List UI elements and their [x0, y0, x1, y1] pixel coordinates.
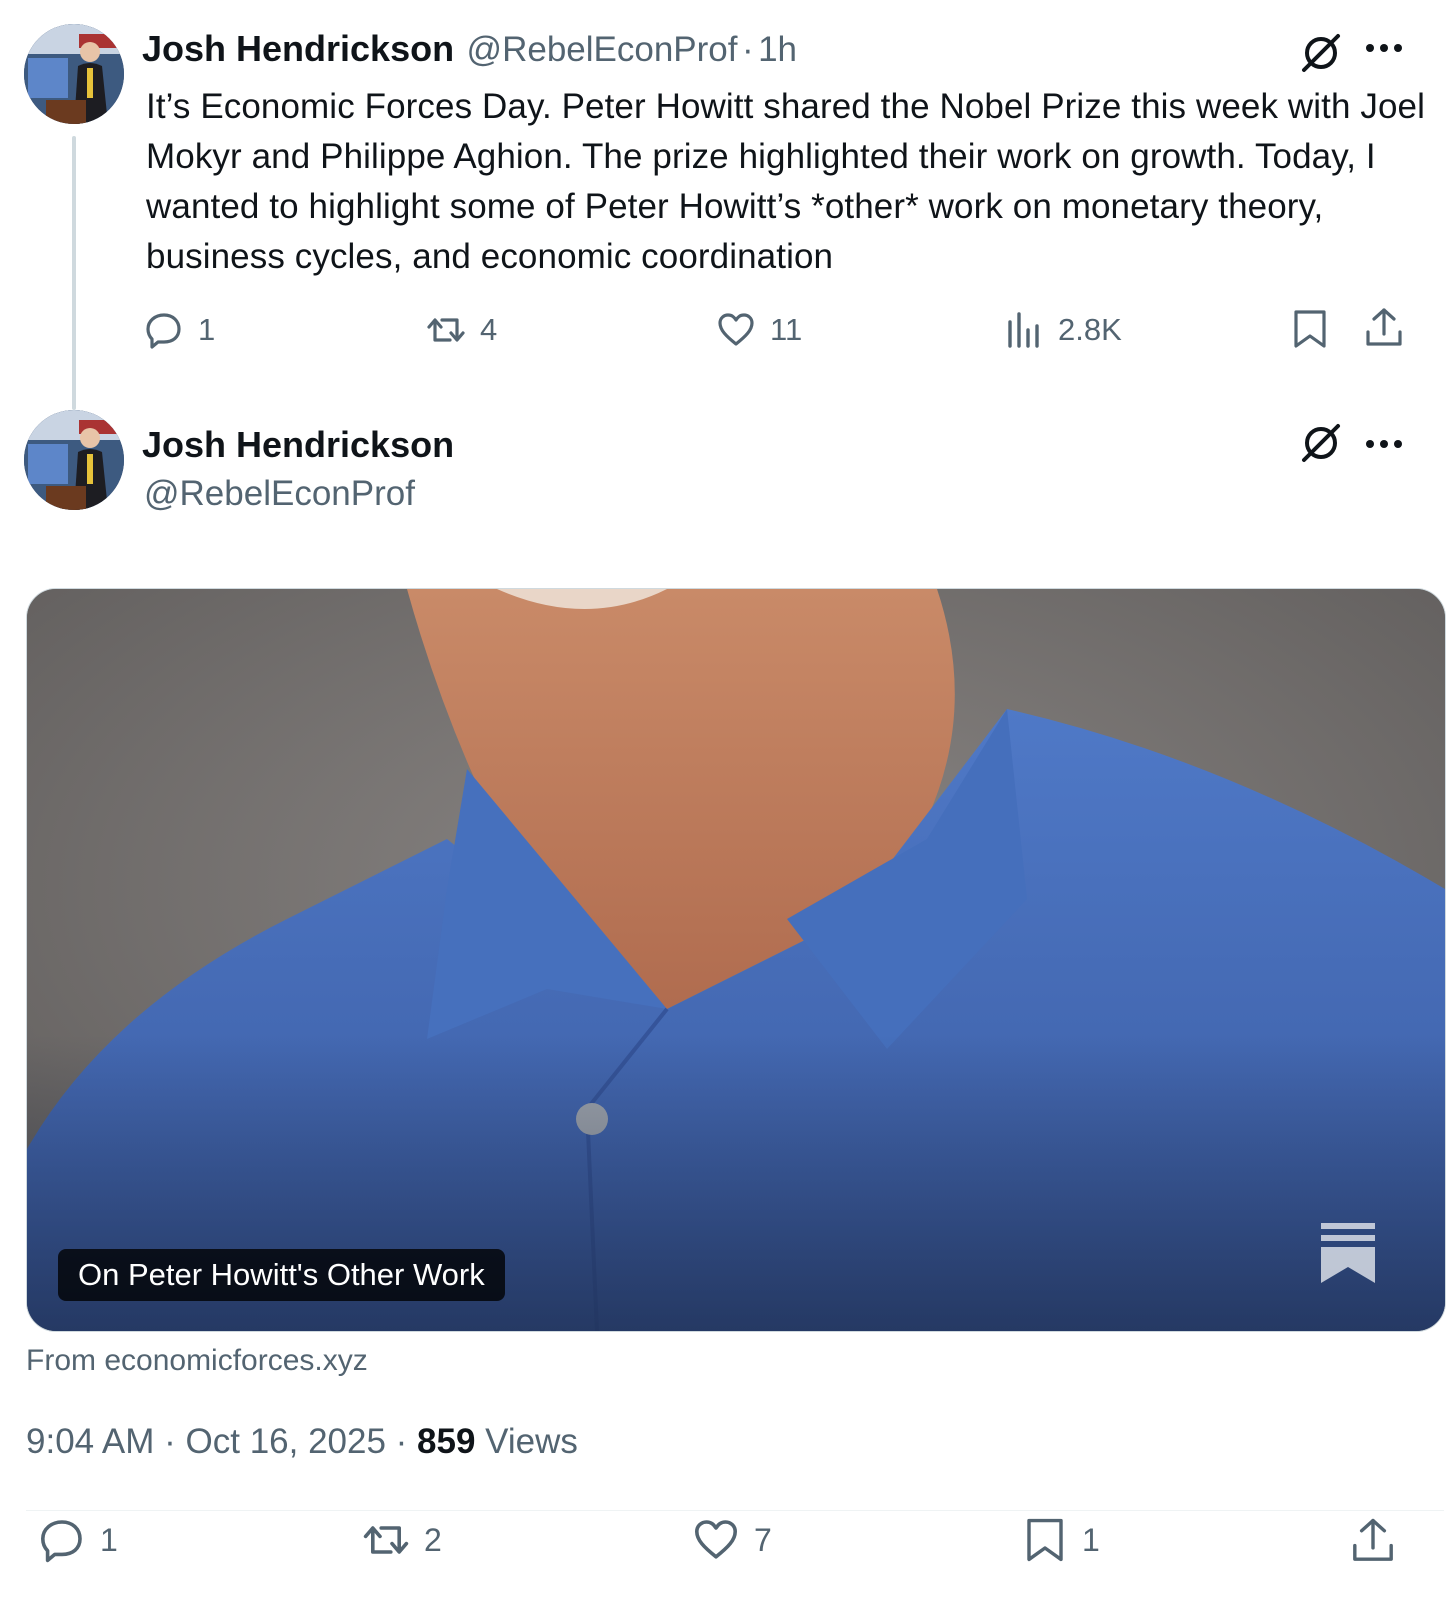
author-handle[interactable]: @RebelEconProf: [144, 474, 415, 514]
bookmark-button[interactable]: 1: [1022, 1516, 1100, 1564]
grok-icon[interactable]: [1298, 420, 1344, 471]
repost-button[interactable]: 4: [426, 310, 497, 350]
avatar[interactable]: [24, 410, 124, 510]
author-name[interactable]: Josh Hendrickson: [142, 28, 454, 69]
repost-button[interactable]: 2: [362, 1516, 442, 1564]
like-count: 11: [770, 312, 803, 347]
divider: [26, 1510, 1444, 1511]
share-icon: [1353, 1518, 1393, 1561]
heart-icon: [695, 1520, 737, 1559]
reply-button[interactable]: 1: [38, 1516, 118, 1564]
thread-line: [72, 136, 76, 410]
bookmark-icon: [1294, 310, 1326, 348]
bookmark-button[interactable]: [1290, 308, 1330, 355]
tweet1-header: Josh Hendrickson @RebelEconProf · 1h: [142, 28, 797, 70]
avatar-image: [24, 24, 124, 124]
tweet-meta: 9:04 AM · Oct 16, 2025 · 859 Views: [26, 1422, 578, 1462]
timestamp[interactable]: 9:04 AM · Oct 16, 2025 ·: [26, 1422, 417, 1461]
share-icon: [1366, 308, 1402, 346]
repost-icon: [427, 318, 465, 342]
reply-icon: [146, 313, 181, 349]
tweet-text: It’s Economic Forces Day. Peter Howitt s…: [146, 87, 1425, 276]
card-source[interactable]: From economicforces.xyz: [26, 1344, 368, 1378]
link-card[interactable]: On Peter Howitt's Other Work: [26, 588, 1446, 1332]
grok-icon[interactable]: [1298, 30, 1344, 81]
author-handle[interactable]: @RebelEconProf: [467, 30, 738, 69]
like-button[interactable]: 7: [692, 1516, 772, 1564]
separator: ·: [741, 30, 754, 69]
views-button[interactable]: 2.8K: [1004, 310, 1122, 350]
more-icon[interactable]: [1364, 432, 1404, 461]
bookmark-count: 1: [1082, 1521, 1100, 1558]
like-button[interactable]: 11: [716, 310, 802, 350]
substack-icon: [1321, 1223, 1375, 1283]
views-icon: [1008, 312, 1039, 348]
avatar-image: [24, 410, 124, 510]
repost-count: 2: [424, 1521, 442, 1558]
views-label: Views: [475, 1422, 578, 1461]
share-button[interactable]: [1350, 1516, 1396, 1571]
repost-icon: [363, 1526, 409, 1554]
views-count: 2.8K: [1058, 312, 1122, 347]
views-count: 859: [417, 1422, 476, 1461]
like-count: 7: [754, 1521, 772, 1558]
reply-count: 1: [100, 1521, 118, 1558]
heart-icon: [718, 313, 754, 346]
card-title: On Peter Howitt's Other Work: [58, 1249, 505, 1301]
bookmark-icon: [1027, 1518, 1063, 1562]
avatar[interactable]: [24, 24, 124, 124]
repost-count: 4: [480, 312, 498, 347]
share-button[interactable]: [1364, 306, 1404, 355]
more-icon[interactable]: [1364, 36, 1404, 65]
reply-count: 1: [198, 312, 216, 347]
author-name[interactable]: Josh Hendrickson: [142, 424, 454, 466]
reply-button[interactable]: 1: [144, 310, 215, 350]
reply-icon: [41, 1520, 82, 1563]
card-image: [27, 589, 1445, 1331]
tweet-time[interactable]: 1h: [758, 30, 797, 69]
